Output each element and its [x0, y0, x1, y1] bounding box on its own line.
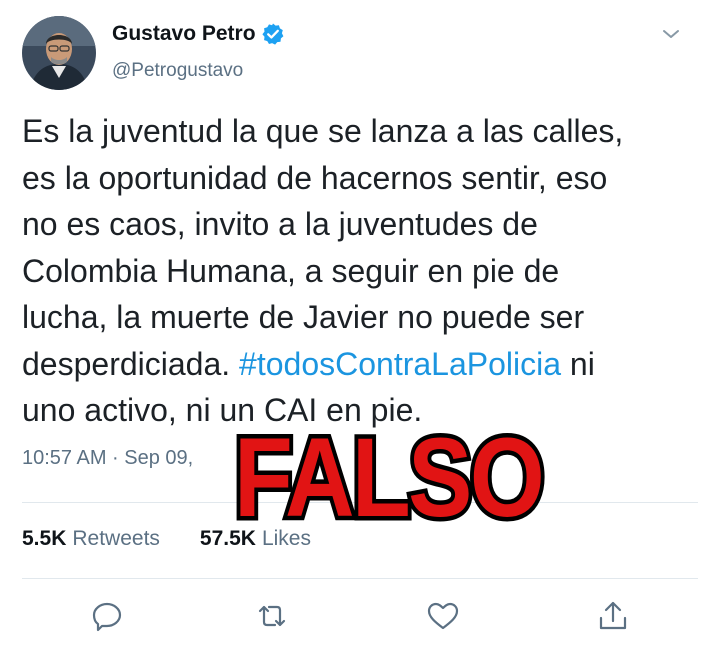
tweet-timestamp[interactable]: 10:57 AM · Sep 09,	[22, 447, 193, 470]
heart-icon[interactable]	[425, 598, 461, 634]
retweets-stat[interactable]: 5.5K Retweets	[22, 527, 160, 551]
hashtag-link[interactable]: #todosContraLaPolicia	[239, 346, 561, 382]
avatar[interactable]	[22, 16, 96, 90]
divider	[22, 578, 698, 579]
tweet-text: Es la juventud la que se lanza a las cal…	[22, 108, 712, 434]
author-row: Gustavo Petro	[112, 22, 285, 46]
tweet-body-start: Es la juventud la que se lanza a las cal…	[22, 113, 624, 382]
retweet-icon[interactable]	[254, 598, 290, 634]
verified-badge-icon	[261, 22, 285, 46]
falso-stamp: FALSO	[230, 415, 549, 540]
retweets-count: 5.5K	[22, 527, 67, 550]
action-bar	[0, 598, 720, 634]
avatar-image	[22, 16, 96, 90]
reply-icon[interactable]	[89, 598, 125, 634]
author-name[interactable]: Gustavo Petro	[112, 22, 256, 46]
chevron-down-icon[interactable]	[658, 24, 684, 44]
retweets-label: Retweets	[72, 527, 160, 550]
author-handle[interactable]: @Petrogustavo	[112, 60, 243, 82]
share-icon[interactable]	[595, 598, 631, 634]
